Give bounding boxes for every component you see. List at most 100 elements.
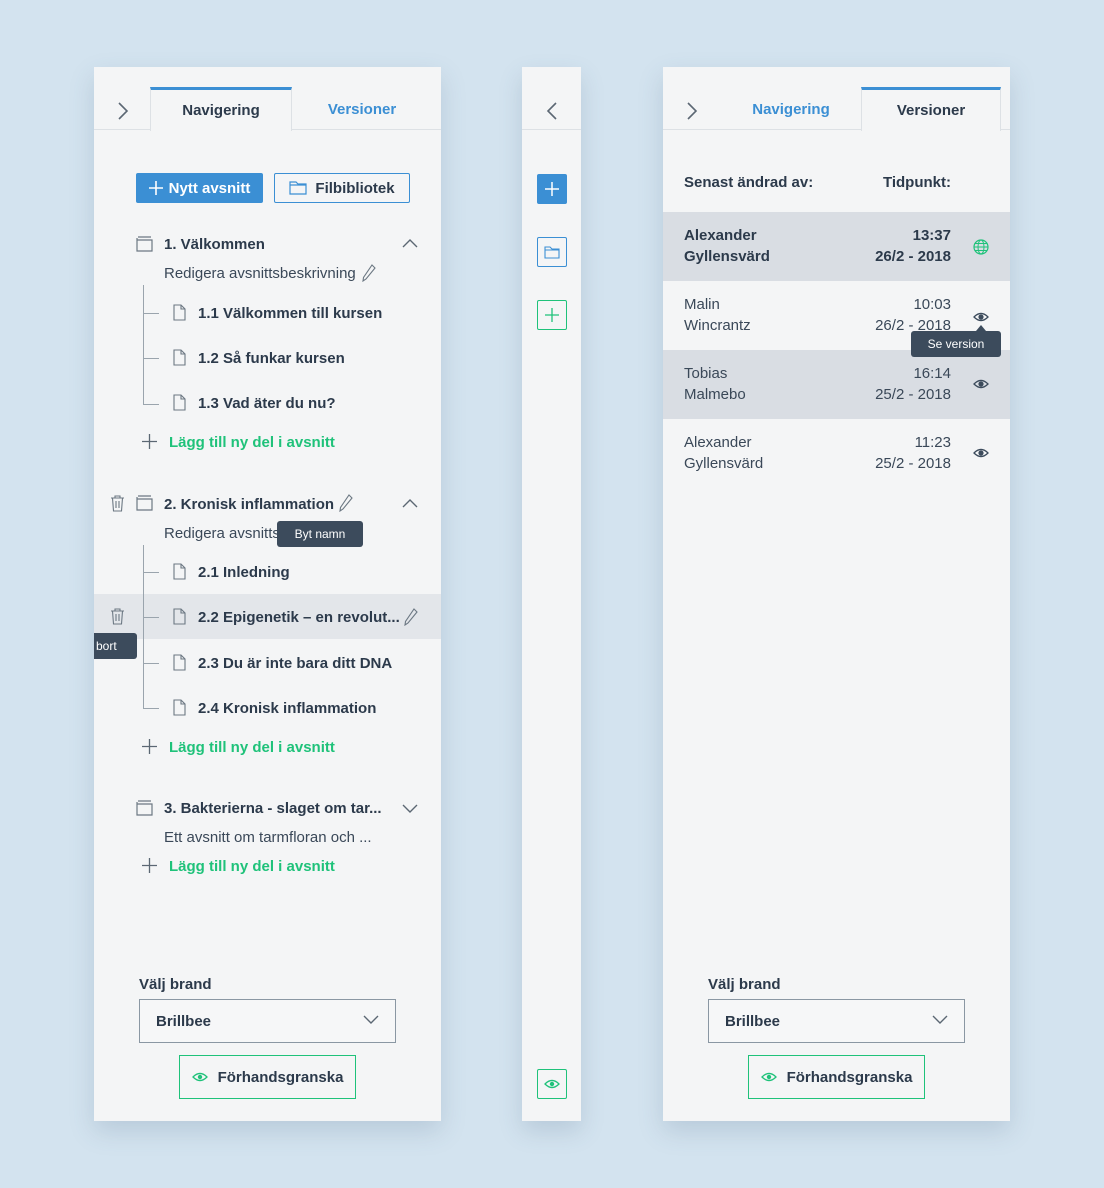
section-title[interactable]: 2. Kronisk inflammation — [164, 496, 334, 513]
version-row[interactable]: Tobias Malmebo 16:14 25/2 - 2018 — [663, 350, 1010, 419]
preview-label: Förhandsgranska — [217, 1068, 344, 1086]
delete-tooltip: bort — [94, 633, 137, 659]
pencil-icon[interactable] — [339, 494, 353, 512]
plus-icon — [545, 182, 559, 196]
list-item[interactable]: 2.1 Inledning — [198, 564, 290, 581]
chevron-down-icon[interactable] — [402, 804, 418, 814]
brand-label: Välj brand — [708, 976, 781, 993]
preview-label: Förhandsgranska — [786, 1068, 913, 1086]
collapsed-panel — [522, 67, 581, 1121]
new-section-button[interactable]: Nytt avsnitt — [136, 173, 263, 203]
section-description[interactable]: Redigera avsnittsbeskrivning — [164, 265, 356, 282]
file-library-button[interactable]: Filbibliotek — [274, 173, 410, 203]
section-description[interactable]: Redigera avsnitts — [164, 525, 280, 542]
file-library-button[interactable] — [537, 237, 567, 267]
chevron-up-icon[interactable] — [402, 238, 418, 248]
chevron-down-icon — [363, 1015, 379, 1024]
new-section-label: Nytt avsnitt — [168, 179, 251, 197]
pencil-icon[interactable] — [362, 264, 376, 282]
version-timestamp: 13:37 26/2 - 2018 — [875, 227, 951, 265]
version-timestamp: 10:03 26/2 - 2018 — [875, 296, 951, 334]
new-section-button[interactable] — [537, 174, 567, 204]
section-description[interactable]: Ett avsnitt om tarmfloran och ... — [164, 829, 372, 846]
tree-branch — [143, 617, 159, 618]
section-title[interactable]: 1. Välkommen — [164, 236, 265, 253]
preview-button[interactable]: Förhandsgranska — [748, 1055, 925, 1099]
add-part-button[interactable] — [537, 300, 567, 330]
version-row[interactable]: Alexander Gyllensvärd 13:37 26/2 - 2018 — [663, 212, 1010, 281]
document-icon — [173, 608, 186, 625]
tree-branch — [143, 663, 159, 664]
eye-icon — [191, 1072, 208, 1082]
tab-versions[interactable]: Versioner — [292, 87, 432, 131]
document-icon — [173, 349, 186, 366]
tree-branch — [143, 313, 159, 314]
version-author: Tobias Malmebo — [684, 365, 746, 403]
rename-tooltip: Byt namn — [277, 521, 363, 547]
section-box-icon — [136, 800, 153, 816]
tab-navigation[interactable]: Navigering — [150, 87, 292, 131]
tree-branch — [143, 572, 159, 573]
eye-icon[interactable] — [972, 445, 990, 461]
eye-icon[interactable] — [972, 376, 990, 392]
chevron-right-icon[interactable] — [112, 100, 134, 122]
eye-icon[interactable] — [972, 309, 990, 325]
versions-panel: Navigering Versioner Senast ändrad av: T… — [663, 67, 1010, 1121]
preview-button[interactable] — [537, 1069, 567, 1099]
plus-icon — [545, 308, 559, 322]
panel-header — [522, 67, 581, 130]
list-item[interactable]: 2.3 Du är inte bara ditt DNA — [198, 655, 392, 672]
document-icon — [173, 394, 186, 411]
version-row[interactable]: Alexander Gyllensvärd 11:23 25/2 - 2018 — [663, 419, 1010, 488]
list-item[interactable]: 1.1 Välkommen till kursen — [198, 305, 382, 322]
tab-versions[interactable]: Versioner — [861, 87, 1001, 131]
chevron-down-icon — [932, 1015, 948, 1024]
list-item[interactable]: 1.2 Så funkar kursen — [198, 350, 345, 367]
add-part-link[interactable]: Lägg till ny del i avsnitt — [169, 434, 335, 451]
brand-select[interactable]: Brillbee — [708, 999, 965, 1043]
version-timestamp: 16:14 25/2 - 2018 — [875, 365, 951, 403]
plus-icon — [142, 434, 157, 449]
folder-icon — [544, 245, 560, 259]
tree-branch — [143, 708, 159, 709]
plus-icon — [142, 739, 157, 754]
brand-label: Välj brand — [139, 976, 212, 993]
chevron-left-icon[interactable] — [541, 100, 563, 122]
brand-value: Brillbee — [725, 1012, 781, 1030]
trash-icon[interactable] — [110, 608, 125, 625]
tab-navigation[interactable]: Navigering — [721, 87, 861, 131]
add-part-link[interactable]: Lägg till ny del i avsnitt — [169, 739, 335, 756]
tree-line — [143, 545, 144, 709]
plus-icon — [142, 858, 157, 873]
section-title[interactable]: 3. Bakterierna - slaget om tar... — [164, 800, 382, 817]
column-header-time: Tidpunkt: — [882, 174, 951, 191]
section-box-icon — [136, 495, 153, 511]
preview-button[interactable]: Förhandsgranska — [179, 1055, 356, 1099]
version-author: Alexander Gyllensvärd — [684, 227, 770, 265]
version-author: Alexander Gyllensvärd — [684, 434, 764, 472]
add-part-link[interactable]: Lägg till ny del i avsnitt — [169, 858, 335, 875]
eye-icon — [760, 1072, 777, 1082]
chevron-right-icon[interactable] — [681, 100, 703, 122]
file-library-label: Filbibliotek — [315, 179, 395, 197]
eye-icon — [544, 1079, 560, 1089]
panel-header: Navigering Versioner — [663, 67, 1010, 131]
navigation-panel: Navigering Versioner Nytt avsnitt Filbib… — [94, 67, 441, 1121]
trash-icon[interactable] — [110, 495, 125, 512]
brand-value: Brillbee — [156, 1012, 212, 1030]
version-author: Malin Wincrantz — [684, 296, 751, 334]
view-version-tooltip: Se version — [911, 331, 1001, 357]
pencil-icon[interactable] — [404, 608, 418, 626]
list-item[interactable]: 1.3 Vad äter du nu? — [198, 395, 336, 412]
document-icon — [173, 304, 186, 321]
brand-select[interactable]: Brillbee — [139, 999, 396, 1043]
panel-header: Navigering Versioner — [94, 67, 441, 131]
section-box-icon — [136, 236, 153, 252]
tree-line — [143, 285, 144, 405]
folder-icon — [289, 181, 308, 195]
chevron-up-icon[interactable] — [402, 498, 418, 508]
list-item[interactable]: 2.2 Epigenetik – en revolut... — [198, 609, 400, 626]
document-icon — [173, 699, 186, 716]
list-item[interactable]: 2.4 Kronisk inflammation — [198, 700, 376, 717]
document-icon — [173, 654, 186, 671]
